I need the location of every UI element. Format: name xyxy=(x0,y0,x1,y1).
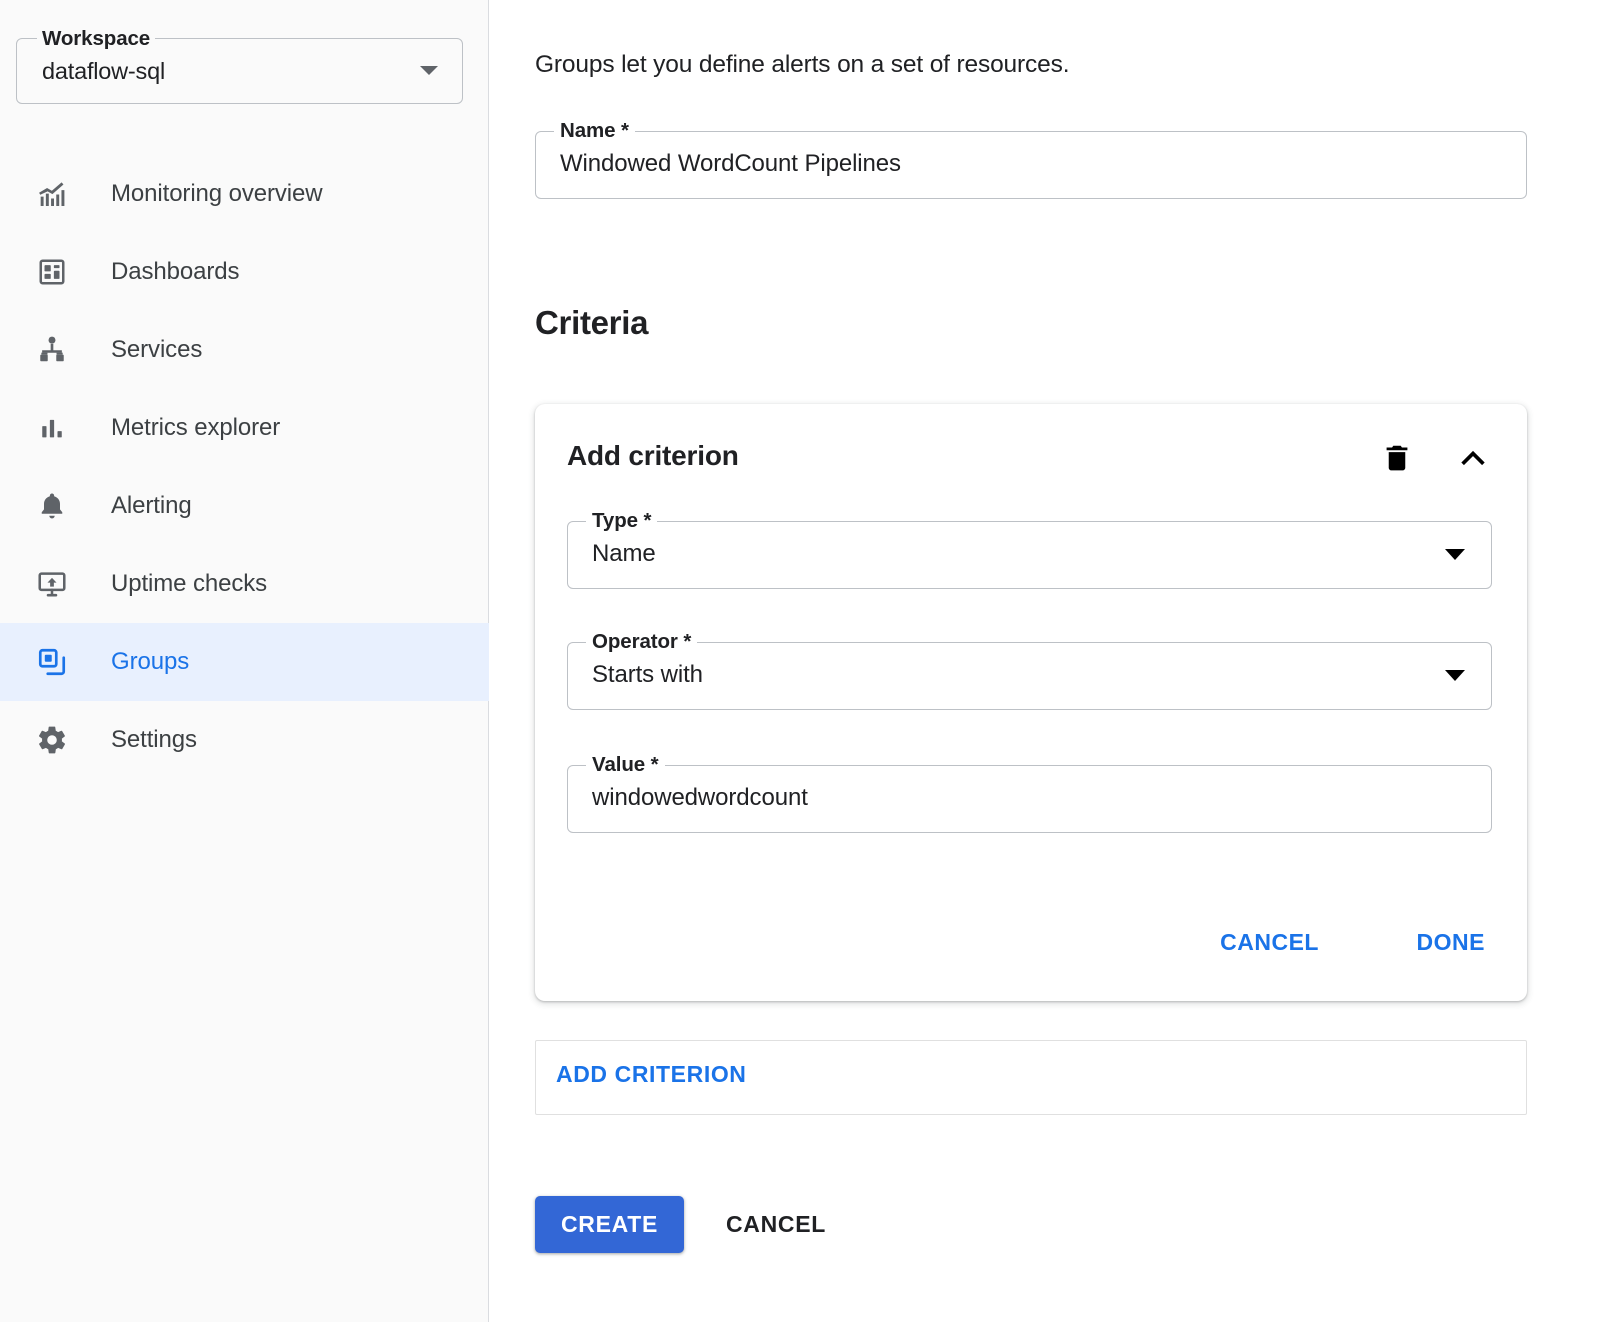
trash-icon xyxy=(1381,442,1413,474)
group-name-label: Name * xyxy=(554,120,635,142)
criterion-cancel-button[interactable]: CANCEL xyxy=(1208,919,1331,966)
criterion-value-value: windowedwordcount xyxy=(592,784,808,812)
criterion-value-label: Value * xyxy=(586,754,665,776)
workspace-selector[interactable]: Workspace dataflow-sql xyxy=(16,38,463,104)
caret-down-icon xyxy=(1445,549,1465,560)
bell-icon xyxy=(33,487,71,525)
sidebar: Workspace dataflow-sql Monitoring overvi… xyxy=(0,0,489,1322)
criterion-done-button[interactable]: DONE xyxy=(1405,919,1497,966)
sidebar-nav: Monitoring overview Dashboards xyxy=(0,155,489,779)
intro-text: Groups let you define alerts on a set of… xyxy=(535,51,1069,79)
caret-down-icon xyxy=(1445,670,1465,681)
gear-icon xyxy=(33,721,71,759)
chevron-up-icon xyxy=(1456,441,1490,475)
sidebar-item-monitoring-overview[interactable]: Monitoring overview xyxy=(0,155,489,233)
criterion-type-label: Type * xyxy=(586,510,657,532)
sidebar-item-dashboards[interactable]: Dashboards xyxy=(0,233,489,311)
groups-layers-icon xyxy=(33,643,71,681)
sidebar-item-label: Monitoring overview xyxy=(111,180,323,208)
add-criterion-row[interactable]: ADD CRITERION xyxy=(535,1040,1527,1115)
group-editor-page: Workspace dataflow-sql Monitoring overvi… xyxy=(0,0,1618,1322)
workspace-label: Workspace xyxy=(37,28,155,50)
create-button[interactable]: CREATE xyxy=(535,1196,684,1253)
sidebar-item-label: Settings xyxy=(111,726,197,754)
group-name-value: Windowed WordCount Pipelines xyxy=(560,150,901,178)
sidebar-item-services[interactable]: Services xyxy=(0,311,489,389)
sidebar-item-settings[interactable]: Settings xyxy=(0,701,489,779)
criterion-operator-value: Starts with xyxy=(592,661,703,689)
services-node-icon xyxy=(33,331,71,369)
sidebar-item-label: Groups xyxy=(111,648,189,676)
criterion-operator-select[interactable]: Operator * Starts with xyxy=(567,642,1492,710)
main-content: Groups let you define alerts on a set of… xyxy=(489,0,1618,1322)
criterion-operator-label: Operator * xyxy=(586,631,697,653)
collapse-criterion-button[interactable] xyxy=(1449,434,1497,482)
sidebar-item-label: Services xyxy=(111,336,202,364)
bar-chart-icon xyxy=(33,409,71,447)
criterion-type-value: Name xyxy=(592,540,656,568)
sidebar-item-label: Dashboards xyxy=(111,258,239,286)
sidebar-item-label: Alerting xyxy=(111,492,192,520)
workspace-value: dataflow-sql xyxy=(42,58,165,85)
sidebar-item-uptime-checks[interactable]: Uptime checks xyxy=(0,545,489,623)
criteria-heading: Criteria xyxy=(535,304,648,342)
sidebar-item-metrics-explorer[interactable]: Metrics explorer xyxy=(0,389,489,467)
delete-criterion-button[interactable] xyxy=(1373,434,1421,482)
chart-line-icon xyxy=(33,175,71,213)
sidebar-item-label: Metrics explorer xyxy=(111,414,280,442)
chevron-down-icon xyxy=(420,66,438,75)
criterion-value-field[interactable]: Value * windowedwordcount xyxy=(567,765,1492,833)
criterion-card: Add criterion Type * Name xyxy=(535,404,1527,1001)
dashboard-grid-icon xyxy=(33,253,71,291)
criterion-type-select[interactable]: Type * Name xyxy=(567,521,1492,589)
sidebar-item-alerting[interactable]: Alerting xyxy=(0,467,489,545)
criterion-card-title: Add criterion xyxy=(567,440,739,472)
monitor-upload-icon xyxy=(33,565,71,603)
sidebar-item-label: Uptime checks xyxy=(111,570,267,598)
form-cancel-button[interactable]: CANCEL xyxy=(704,1196,848,1253)
group-name-field[interactable]: Name * Windowed WordCount Pipelines xyxy=(535,131,1527,199)
add-criterion-button[interactable]: ADD CRITERION xyxy=(556,1061,747,1088)
sidebar-item-groups[interactable]: Groups xyxy=(0,623,489,701)
